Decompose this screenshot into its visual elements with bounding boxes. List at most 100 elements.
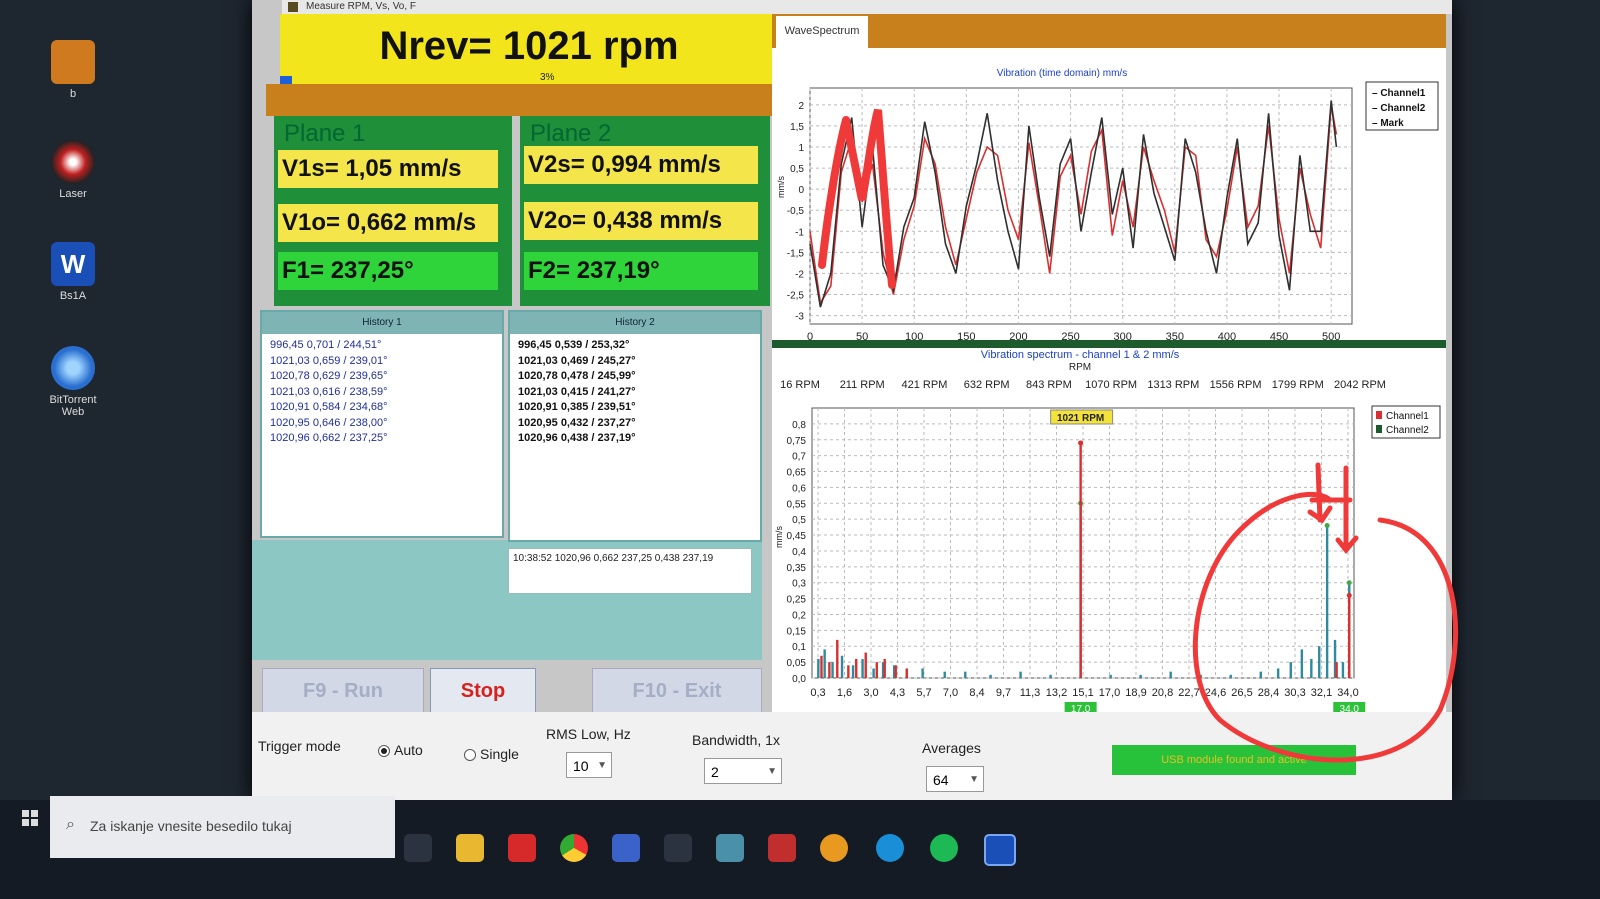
file-explorer-icon[interactable] <box>456 834 484 862</box>
tools-icon[interactable] <box>664 834 692 862</box>
x-tick-label: 1,6 <box>837 687 852 699</box>
spectrum-bar-channel2 <box>840 655 844 678</box>
y-tick-label: -1,5 <box>787 248 805 259</box>
x-tick-label: 22,7 <box>1178 687 1199 699</box>
y-axis-label: mm/s <box>774 526 784 548</box>
history-2-row: 1020,95 0,432 / 237,27° <box>518 416 636 429</box>
spectrum-bar-channel1 <box>847 665 850 678</box>
plane-2-panel: Plane 2 V2s= 0,994 mm/s V2o= 0,438 mm/s … <box>520 116 770 306</box>
spectrum-bar-channel1 <box>855 658 858 678</box>
averages-select[interactable]: 64 ▼ <box>926 766 984 792</box>
y-tick-label: 0,0 <box>792 674 806 685</box>
calculator-icon[interactable] <box>716 834 744 862</box>
spectrum-bar-channel2 <box>1229 674 1232 678</box>
spectrum-bar-channel1 <box>1079 442 1082 678</box>
chart-title: Vibration spectrum - channel 1 & 2 mm/s <box>981 349 1180 361</box>
history-1-row: 1021,03 0,659 / 239,01° <box>270 354 388 367</box>
chrome-icon[interactable] <box>560 834 588 862</box>
spectrum-bar-channel1 <box>1335 662 1338 678</box>
spotify-icon[interactable] <box>930 834 958 862</box>
tab-wavespectrum[interactable]: WaveSpectrum <box>776 16 868 48</box>
y-tick-label: 0,25 <box>787 595 807 606</box>
progress-percent: 3% <box>540 72 555 83</box>
rms-low-select[interactable]: 10 ▼ <box>566 752 612 778</box>
spectrum-chart: Vibration spectrum - channel 1 & 2 mm/sR… <box>774 349 1441 715</box>
history-2-title: History 2 <box>510 312 760 334</box>
desktop-icon-b[interactable]: b <box>38 40 108 100</box>
magnifier-icon[interactable] <box>820 834 848 862</box>
spectrum-bar-channel1 <box>905 668 909 678</box>
app-swirl-icon[interactable] <box>876 834 904 862</box>
spectrum-bar-channel2 <box>1300 649 1304 678</box>
trigger-mode-label: Trigger mode <box>258 738 341 754</box>
spectrum-bar-channel2 <box>872 668 875 678</box>
chart-title: Vibration (time domain) mm/s <box>997 68 1127 79</box>
app-blue-icon[interactable] <box>612 834 640 862</box>
f1-value: F1= 237,25° <box>278 252 498 290</box>
desktop-icon-laser[interactable]: Laser <box>38 140 108 200</box>
window-titlebar[interactable]: Measure RPM, Vs, Vo, F <box>282 0 1452 14</box>
history-1-row: 996,45 0,701 / 244,51° <box>270 339 382 351</box>
y-tick-label: 0,55 <box>787 499 807 510</box>
history-1-row: 1020,95 0,646 / 238,00° <box>270 416 388 429</box>
run-button[interactable]: F9 - Run <box>262 668 424 714</box>
chart-divider <box>772 340 1446 348</box>
stop-button[interactable]: Stop <box>430 668 536 714</box>
y-tick-label: 0,5 <box>792 515 806 526</box>
spectrum-bar-channel1 <box>836 639 839 678</box>
trigger-single-option[interactable]: Single <box>464 746 519 762</box>
spectrum-bar-channel2 <box>921 668 924 678</box>
x-tick-label: 18,9 <box>1125 687 1146 699</box>
history-2-row: 1020,91 0,385 / 239,51° <box>518 401 636 413</box>
desktop-icon-label: BitTorrent Web <box>49 394 97 418</box>
y-tick-label: 0,3 <box>792 579 806 590</box>
spectrum-bar-channel2 <box>861 658 864 678</box>
radio-icon[interactable] <box>464 749 476 762</box>
exit-button[interactable]: F10 - Exit <box>592 668 762 714</box>
y-tick-label: 0,8 <box>792 420 806 431</box>
spectrum-bar-channel2 <box>817 658 820 678</box>
history-2-row: 1020,96 0,438 / 237,19° <box>518 432 636 444</box>
search-placeholder[interactable]: Za iskanje vnesite besedilo tukaj <box>90 818 292 834</box>
windows-start-icon[interactable] <box>22 810 38 826</box>
history-1-title: History 1 <box>262 312 502 334</box>
x-tick-label: 7,0 <box>943 687 958 699</box>
spectrum-bar-channel2 <box>1341 662 1345 678</box>
y-tick-label: 0,45 <box>787 531 807 542</box>
spectrum-bar-channel1 <box>894 665 897 678</box>
orange-band <box>266 84 776 116</box>
top-tick-label: 211 RPM <box>840 379 885 391</box>
history-1-panel[interactable]: History 1 996,45 0,701 / 244,51° 1021,03… <box>260 310 504 538</box>
laser-icon <box>51 140 95 184</box>
radio-selected-icon[interactable] <box>378 745 390 758</box>
spectrum-bar-channel2 <box>1199 674 1202 678</box>
y-tick-label: 0,2 <box>792 610 806 621</box>
tab-bar: WaveSpectrum <box>772 14 1446 48</box>
top-tick-label: 843 RPM <box>1026 379 1072 391</box>
app-red-star-icon[interactable] <box>508 834 536 862</box>
x-tick-label: 8,4 <box>969 687 984 699</box>
x-tick-label: 3,0 <box>863 687 878 699</box>
app-w-taskbar-icon[interactable] <box>984 834 1016 866</box>
task-view-icon[interactable] <box>404 834 432 862</box>
history-2-panel[interactable]: History 2 996,45 0,539 / 253,32° 1021,03… <box>508 310 762 542</box>
y-tick-label: 0,35 <box>787 563 807 574</box>
controls-bar: Trigger mode Auto Single RMS Low, Hz 10 … <box>252 712 1452 800</box>
history-2-row: 996,45 0,539 / 253,32° <box>518 339 630 351</box>
spectrum-bar-channel1 <box>1348 595 1351 678</box>
desktop-icon-bittorrent[interactable]: BitTorrent Web <box>38 346 108 418</box>
desktop-icon-bs1a[interactable]: W Bs1A <box>38 242 108 302</box>
x-tick-label: 34,0 <box>1337 687 1358 699</box>
rms-low-value: 10 <box>573 758 589 774</box>
legend-entry: Channel2 <box>1386 425 1429 436</box>
spectrum-bar-channel2 <box>1289 662 1292 678</box>
app-w-icon: W <box>51 242 95 286</box>
peak-marker <box>1078 440 1084 446</box>
spectrum-bar-channel2 <box>1049 674 1052 678</box>
desktop-icon-label: b <box>69 88 77 100</box>
peak-marker <box>1324 523 1330 529</box>
app-sw-icon[interactable] <box>768 834 796 862</box>
trigger-auto-option[interactable]: Auto <box>378 742 423 758</box>
single-label: Single <box>480 746 519 762</box>
bandwidth-select[interactable]: 2 ▼ <box>704 758 782 784</box>
